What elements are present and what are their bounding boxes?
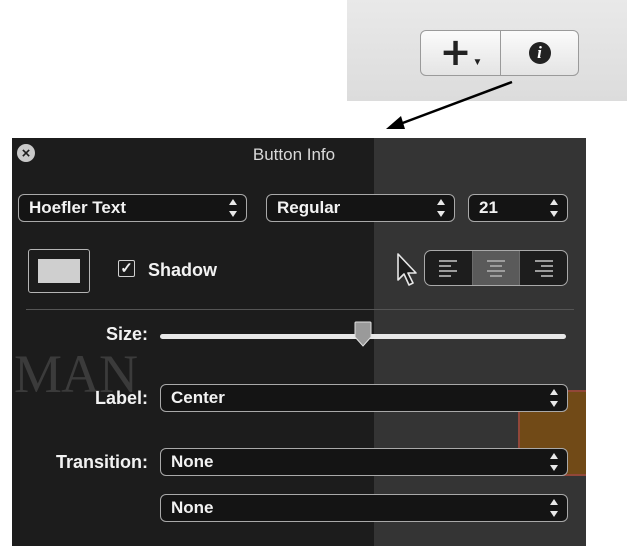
label-position-popup[interactable]: Center [160, 384, 568, 412]
mouse-cursor-icon [397, 253, 417, 286]
background-canvas [586, 138, 630, 550]
panel-title: Button Info [252, 145, 336, 164]
align-center-icon [487, 259, 505, 277]
color-swatch [38, 259, 80, 283]
toolbar: + ▼ i [347, 0, 627, 101]
stepper-icon [550, 199, 558, 217]
font-family-popup[interactable]: Hoefler Text [18, 194, 247, 222]
size-label: Size: [105, 324, 148, 344]
stepper-icon [437, 199, 445, 217]
panel-titlebar: × Button Info [12, 138, 586, 170]
info-icon: i [528, 42, 551, 64]
font-size-value: 21 [479, 198, 498, 217]
info-button[interactable]: i [500, 30, 579, 76]
divider [26, 309, 574, 310]
font-size-popup[interactable]: 21 [468, 194, 568, 222]
stepper-icon [550, 453, 558, 471]
stepper-icon [550, 499, 558, 517]
transition-direction-value: None [171, 498, 214, 517]
font-style-popup[interactable]: Regular [266, 194, 455, 222]
stepper-icon [229, 199, 237, 217]
align-right-button[interactable] [520, 251, 567, 285]
label-label: Label: [94, 388, 148, 408]
stepper-icon [550, 389, 558, 407]
align-left-icon [439, 259, 458, 277]
text-color-well[interactable] [28, 249, 90, 293]
align-center-button[interactable] [472, 251, 521, 285]
label-position-value: Center [171, 388, 225, 407]
transition-label: Transition: [55, 452, 148, 472]
chevron-down-icon: ▼ [472, 56, 483, 68]
shadow-label: Shadow [148, 260, 218, 280]
align-left-button[interactable] [425, 251, 473, 285]
size-slider-knob[interactable] [354, 321, 372, 347]
shadow-checkbox[interactable]: ✓ [118, 260, 135, 277]
plus-icon: + [439, 30, 472, 74]
transition-popup[interactable]: None [160, 448, 568, 476]
button-info-panel: MAN × Button Info Hoefler Text Regular 2… [12, 138, 586, 546]
transition-direction-popup[interactable]: None [160, 494, 568, 522]
font-family-value: Hoefler Text [29, 198, 126, 217]
add-button[interactable]: + ▼ [420, 30, 501, 76]
font-style-value: Regular [277, 198, 341, 217]
transition-value: None [171, 452, 214, 471]
alignment-segmented-control [424, 250, 568, 286]
align-right-icon [534, 259, 553, 277]
